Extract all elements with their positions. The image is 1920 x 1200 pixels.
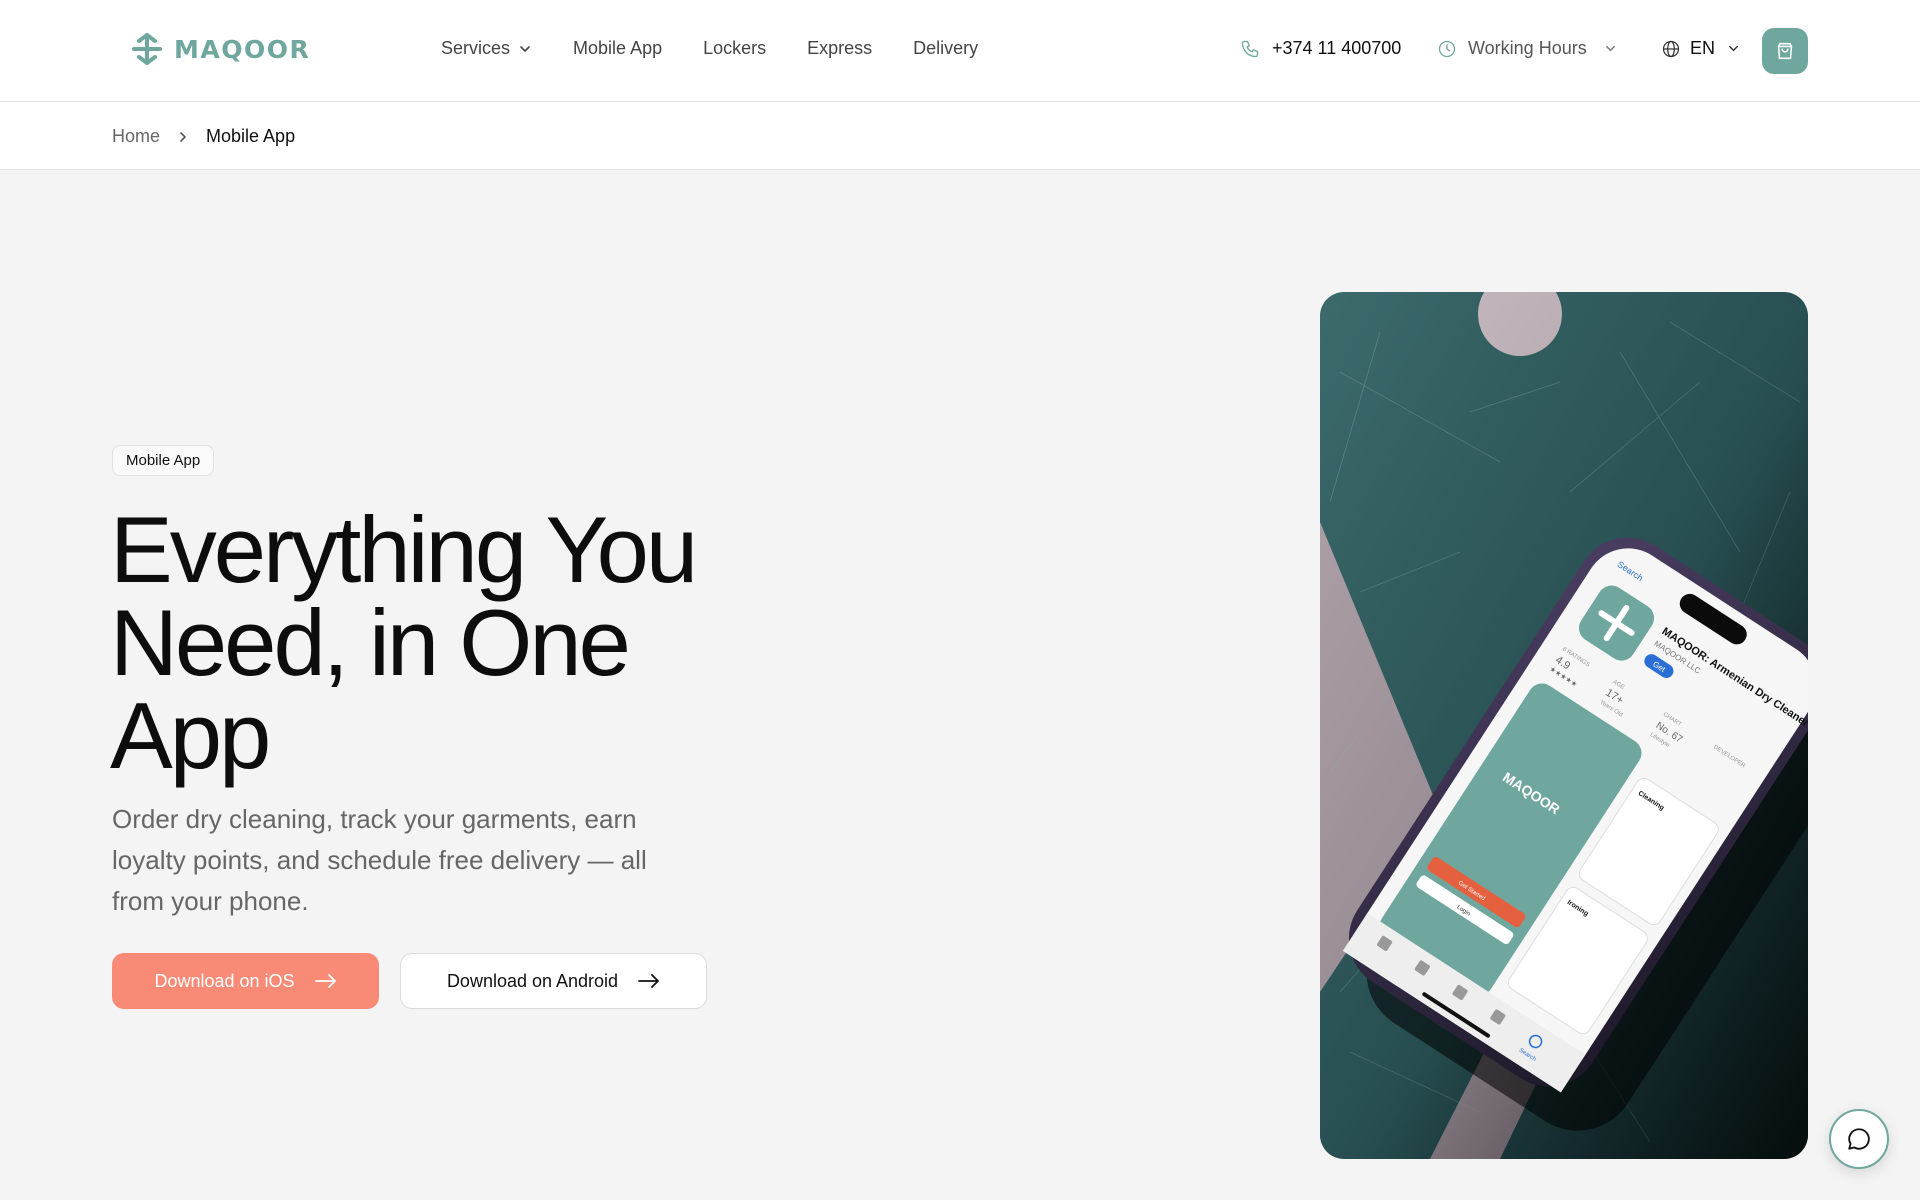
chevron-down-icon (1729, 45, 1738, 52)
arrow-right-icon (314, 974, 336, 988)
chevron-down-icon (520, 45, 530, 52)
nav-item-lockers[interactable]: Lockers (703, 38, 766, 59)
nav-item-mobile-app[interactable]: Mobile App (573, 38, 662, 59)
chat-button[interactable] (1829, 1109, 1889, 1169)
nav-item-delivery[interactable]: Delivery (913, 38, 978, 59)
download-android-button[interactable]: Download on Android (400, 953, 707, 1009)
main-nav: Services Mobile App Lockers Express Deli… (441, 38, 1019, 59)
logo[interactable]: MAQOOR (130, 32, 310, 66)
nav-item-label: Services (441, 38, 511, 58)
shopping-bag-icon (1777, 42, 1793, 60)
site-header: MAQOOR Services Mobile App Lockers Expre… (0, 0, 1920, 102)
phone-number: +374 11 400700 (1272, 38, 1402, 58)
nav-item-services[interactable]: Services (441, 38, 532, 59)
clock-icon (1438, 40, 1456, 57)
nav-item-label: Mobile App (573, 38, 663, 58)
hero-subtitle: Order dry cleaning, track your garments,… (112, 804, 647, 916)
breadcrumb-current: Mobile App (206, 126, 296, 146)
arrow-right-icon (638, 974, 659, 988)
download-android-label: Download on Android (446, 970, 619, 991)
chevron-down-icon (1605, 45, 1615, 52)
chat-bubble-icon (1848, 1128, 1870, 1150)
logo-text: MAQOOR (174, 34, 311, 64)
phone-photo-illustration: Search MAQOOR: Armenian Dry Cleaner MAQO… (1320, 292, 1808, 1159)
nav-item-express[interactable]: Express (807, 38, 872, 59)
nav-item-label: Express (807, 38, 873, 58)
phone-icon (1241, 40, 1259, 57)
nav-item-label: Lockers (703, 38, 767, 58)
cart-button[interactable] (1762, 28, 1808, 74)
phone-link[interactable]: +374 11 400700 (1240, 38, 1401, 59)
hero-title: Everything You Need, in One App (110, 497, 698, 788)
logo-mark-icon (132, 33, 162, 65)
nav-item-label: Delivery (913, 38, 979, 58)
breadcrumb-home[interactable]: Home (112, 126, 160, 147)
download-ios-button[interactable]: Download on iOS (112, 953, 379, 1009)
breadcrumb: Home Mobile App (112, 126, 295, 147)
breadcrumb-bar: Home Mobile App (0, 102, 1920, 170)
hero-phone-photo: Search MAQOOR: Armenian Dry Cleaner MAQO… (1320, 292, 1808, 1159)
chevron-right-icon (176, 130, 190, 144)
download-ios-label: Download on iOS (154, 970, 295, 991)
language-label: EN (1690, 38, 1716, 58)
section-badge: Mobile App (112, 445, 215, 476)
working-hours-dropdown[interactable]: Working Hours (1437, 38, 1617, 59)
working-hours-label: Working Hours (1468, 38, 1587, 58)
globe-icon (1662, 40, 1680, 57)
language-selector[interactable]: EN (1661, 38, 1740, 59)
